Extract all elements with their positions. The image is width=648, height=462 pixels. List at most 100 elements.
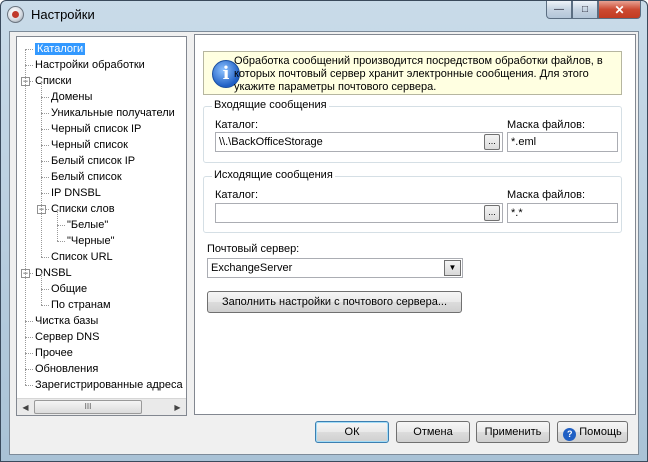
tree-item-label: Прочее	[35, 347, 73, 359]
tree-item[interactable]: Уникальные получатели	[51, 105, 175, 121]
tree-item[interactable]: Прочее	[35, 345, 73, 361]
incoming-mask-input[interactable]: *.eml	[507, 132, 618, 152]
tree-item[interactable]: Белый список IP	[51, 153, 135, 169]
tree-item[interactable]: Черный список	[51, 137, 128, 153]
tree-item[interactable]: Общие	[51, 281, 87, 297]
tree-connector	[41, 161, 49, 162]
tree-connector	[25, 49, 33, 50]
tree-connector	[25, 337, 33, 338]
tree-item[interactable]: "Черные"	[67, 233, 114, 249]
tree-item-label: Каталоги	[35, 43, 86, 55]
help-button-label: Помощь	[579, 426, 622, 438]
incoming-dir-input[interactable]: \\.\BackOfficeStorage	[215, 132, 503, 152]
chevron-down-icon[interactable]: ▼	[444, 260, 461, 276]
outgoing-dir-input[interactable]	[215, 203, 503, 223]
window-title: Настройки	[31, 7, 95, 22]
tree-item[interactable]: Списки слов	[51, 201, 115, 217]
tree-connector	[41, 305, 49, 306]
tree-item[interactable]: Белый список	[51, 169, 122, 185]
tree-item-label: "Белые"	[67, 219, 109, 231]
tree-item-label: Черный список	[51, 139, 128, 151]
tree-connector	[41, 113, 49, 114]
tree-connector	[41, 289, 49, 290]
tree-connector	[41, 177, 49, 178]
incoming-browse-button[interactable]: ...	[484, 134, 500, 150]
tree-item-label: Уникальные получатели	[51, 107, 175, 119]
tree-item[interactable]: Черный список IP	[51, 121, 141, 137]
outgoing-group: Исходящие сообщения Каталог: ... Маска ф…	[203, 169, 622, 233]
settings-panel: i Обработка сообщений производится посре…	[194, 34, 636, 415]
tree-item-label: Список URL	[51, 251, 113, 263]
maximize-button[interactable]: □	[572, 1, 598, 19]
scroll-thumb[interactable]: III	[34, 400, 142, 414]
info-text: Обработка сообщений производится посредс…	[234, 55, 603, 93]
tree-item-label: Белый список	[51, 171, 122, 183]
mail-server-value: ExchangeServer	[211, 262, 293, 274]
help-icon: ?	[563, 428, 577, 441]
tree-item[interactable]: По странам	[51, 297, 111, 313]
tree-item-label: "Черные"	[67, 235, 115, 247]
tree-item[interactable]: Настройки обработки	[35, 57, 145, 73]
tree-connector	[25, 65, 33, 66]
tree-item[interactable]: Зарегистрированные адреса	[35, 377, 183, 393]
caption-buttons: — □ ✕	[546, 1, 641, 20]
tree-item[interactable]: IP DNSBL	[51, 185, 101, 201]
tree-item-label: Сервер DNS	[35, 331, 100, 343]
ok-button[interactable]: ОК	[315, 421, 389, 443]
scroll-right-arrow-icon[interactable]: ▶	[169, 399, 186, 415]
tree-connector	[41, 97, 49, 98]
incoming-group: Входящие сообщения Каталог: \\.\BackOffi…	[203, 99, 622, 163]
close-button[interactable]: ✕	[598, 1, 641, 19]
tree-connector	[41, 145, 49, 146]
tree-guide-line	[25, 49, 26, 385]
tree-item-label: По странам	[51, 299, 111, 311]
fill-from-server-button[interactable]: Заполнить настройки с почтового сервера.…	[207, 291, 462, 313]
tree-connector	[25, 369, 33, 370]
help-button[interactable]: ? Помощь	[557, 421, 628, 443]
settings-window: Настройки — □ ✕ Каталоги Настройки обрабо…	[0, 0, 648, 462]
title-bar[interactable]: Настройки — □ ✕	[1, 1, 647, 29]
tree-horizontal-scrollbar[interactable]: ◀ III ▶	[17, 398, 186, 415]
outgoing-browse-button[interactable]: ...	[484, 205, 500, 221]
apply-button[interactable]: Применить	[476, 421, 550, 443]
outgoing-mask-input[interactable]: *.*	[507, 203, 618, 223]
outgoing-mask-label: Маска файлов:	[507, 189, 586, 201]
tree-item-label: Обновления	[35, 363, 99, 375]
tree-item-label: IP DNSBL	[51, 187, 101, 199]
minimize-button[interactable]: —	[546, 1, 572, 19]
tree-guide-line	[41, 273, 42, 305]
settings-tree[interactable]: Каталоги Настройки обработки Списки − Домены…	[16, 36, 187, 416]
info-box: i Обработка сообщений производится посре…	[203, 51, 622, 95]
scroll-left-arrow-icon[interactable]: ◀	[17, 399, 34, 415]
tree-item[interactable]: Домены	[51, 89, 92, 105]
tree-connector	[57, 225, 65, 226]
tree-item[interactable]: "Белые"	[67, 217, 108, 233]
tree-items: Каталоги Настройки обработки Списки − Домены…	[17, 37, 186, 399]
tree-item[interactable]: Список URL	[51, 249, 113, 265]
mail-server-label: Почтовый сервер:	[207, 243, 300, 255]
incoming-mask-label: Маска файлов:	[507, 119, 586, 131]
tree-item[interactable]: Чистка базы	[35, 313, 98, 329]
mail-server-select[interactable]: ExchangeServer ▼	[207, 258, 463, 278]
incoming-group-title: Входящие сообщения	[212, 99, 329, 111]
tree-item-label: Белый список IP	[51, 155, 136, 167]
tree-item[interactable]: Каталоги	[35, 41, 86, 57]
cancel-button[interactable]: Отмена	[396, 421, 470, 443]
tree-item-label: Черный список IP	[51, 123, 142, 135]
tree-connector	[41, 257, 49, 258]
outgoing-group-title: Исходящие сообщения	[212, 169, 335, 181]
tree-item-label: Общие	[51, 283, 88, 295]
tree-item-label: Домены	[51, 91, 93, 103]
tree-item-label: Настройки обработки	[35, 59, 145, 71]
tree-connector	[41, 129, 49, 130]
tree-item[interactable]: Сервер DNS	[35, 329, 99, 345]
tree-item-label: Зарегистрированные адреса	[35, 379, 183, 391]
tree-item-label: Чистка базы	[35, 315, 99, 327]
app-icon	[7, 6, 24, 23]
tree-connector	[41, 193, 49, 194]
outgoing-dir-label: Каталог:	[215, 189, 259, 201]
tree-item-label: Списки слов	[51, 203, 115, 215]
tree-connector	[25, 321, 33, 322]
incoming-dir-label: Каталог:	[215, 119, 259, 131]
tree-item[interactable]: Обновления	[35, 361, 98, 377]
